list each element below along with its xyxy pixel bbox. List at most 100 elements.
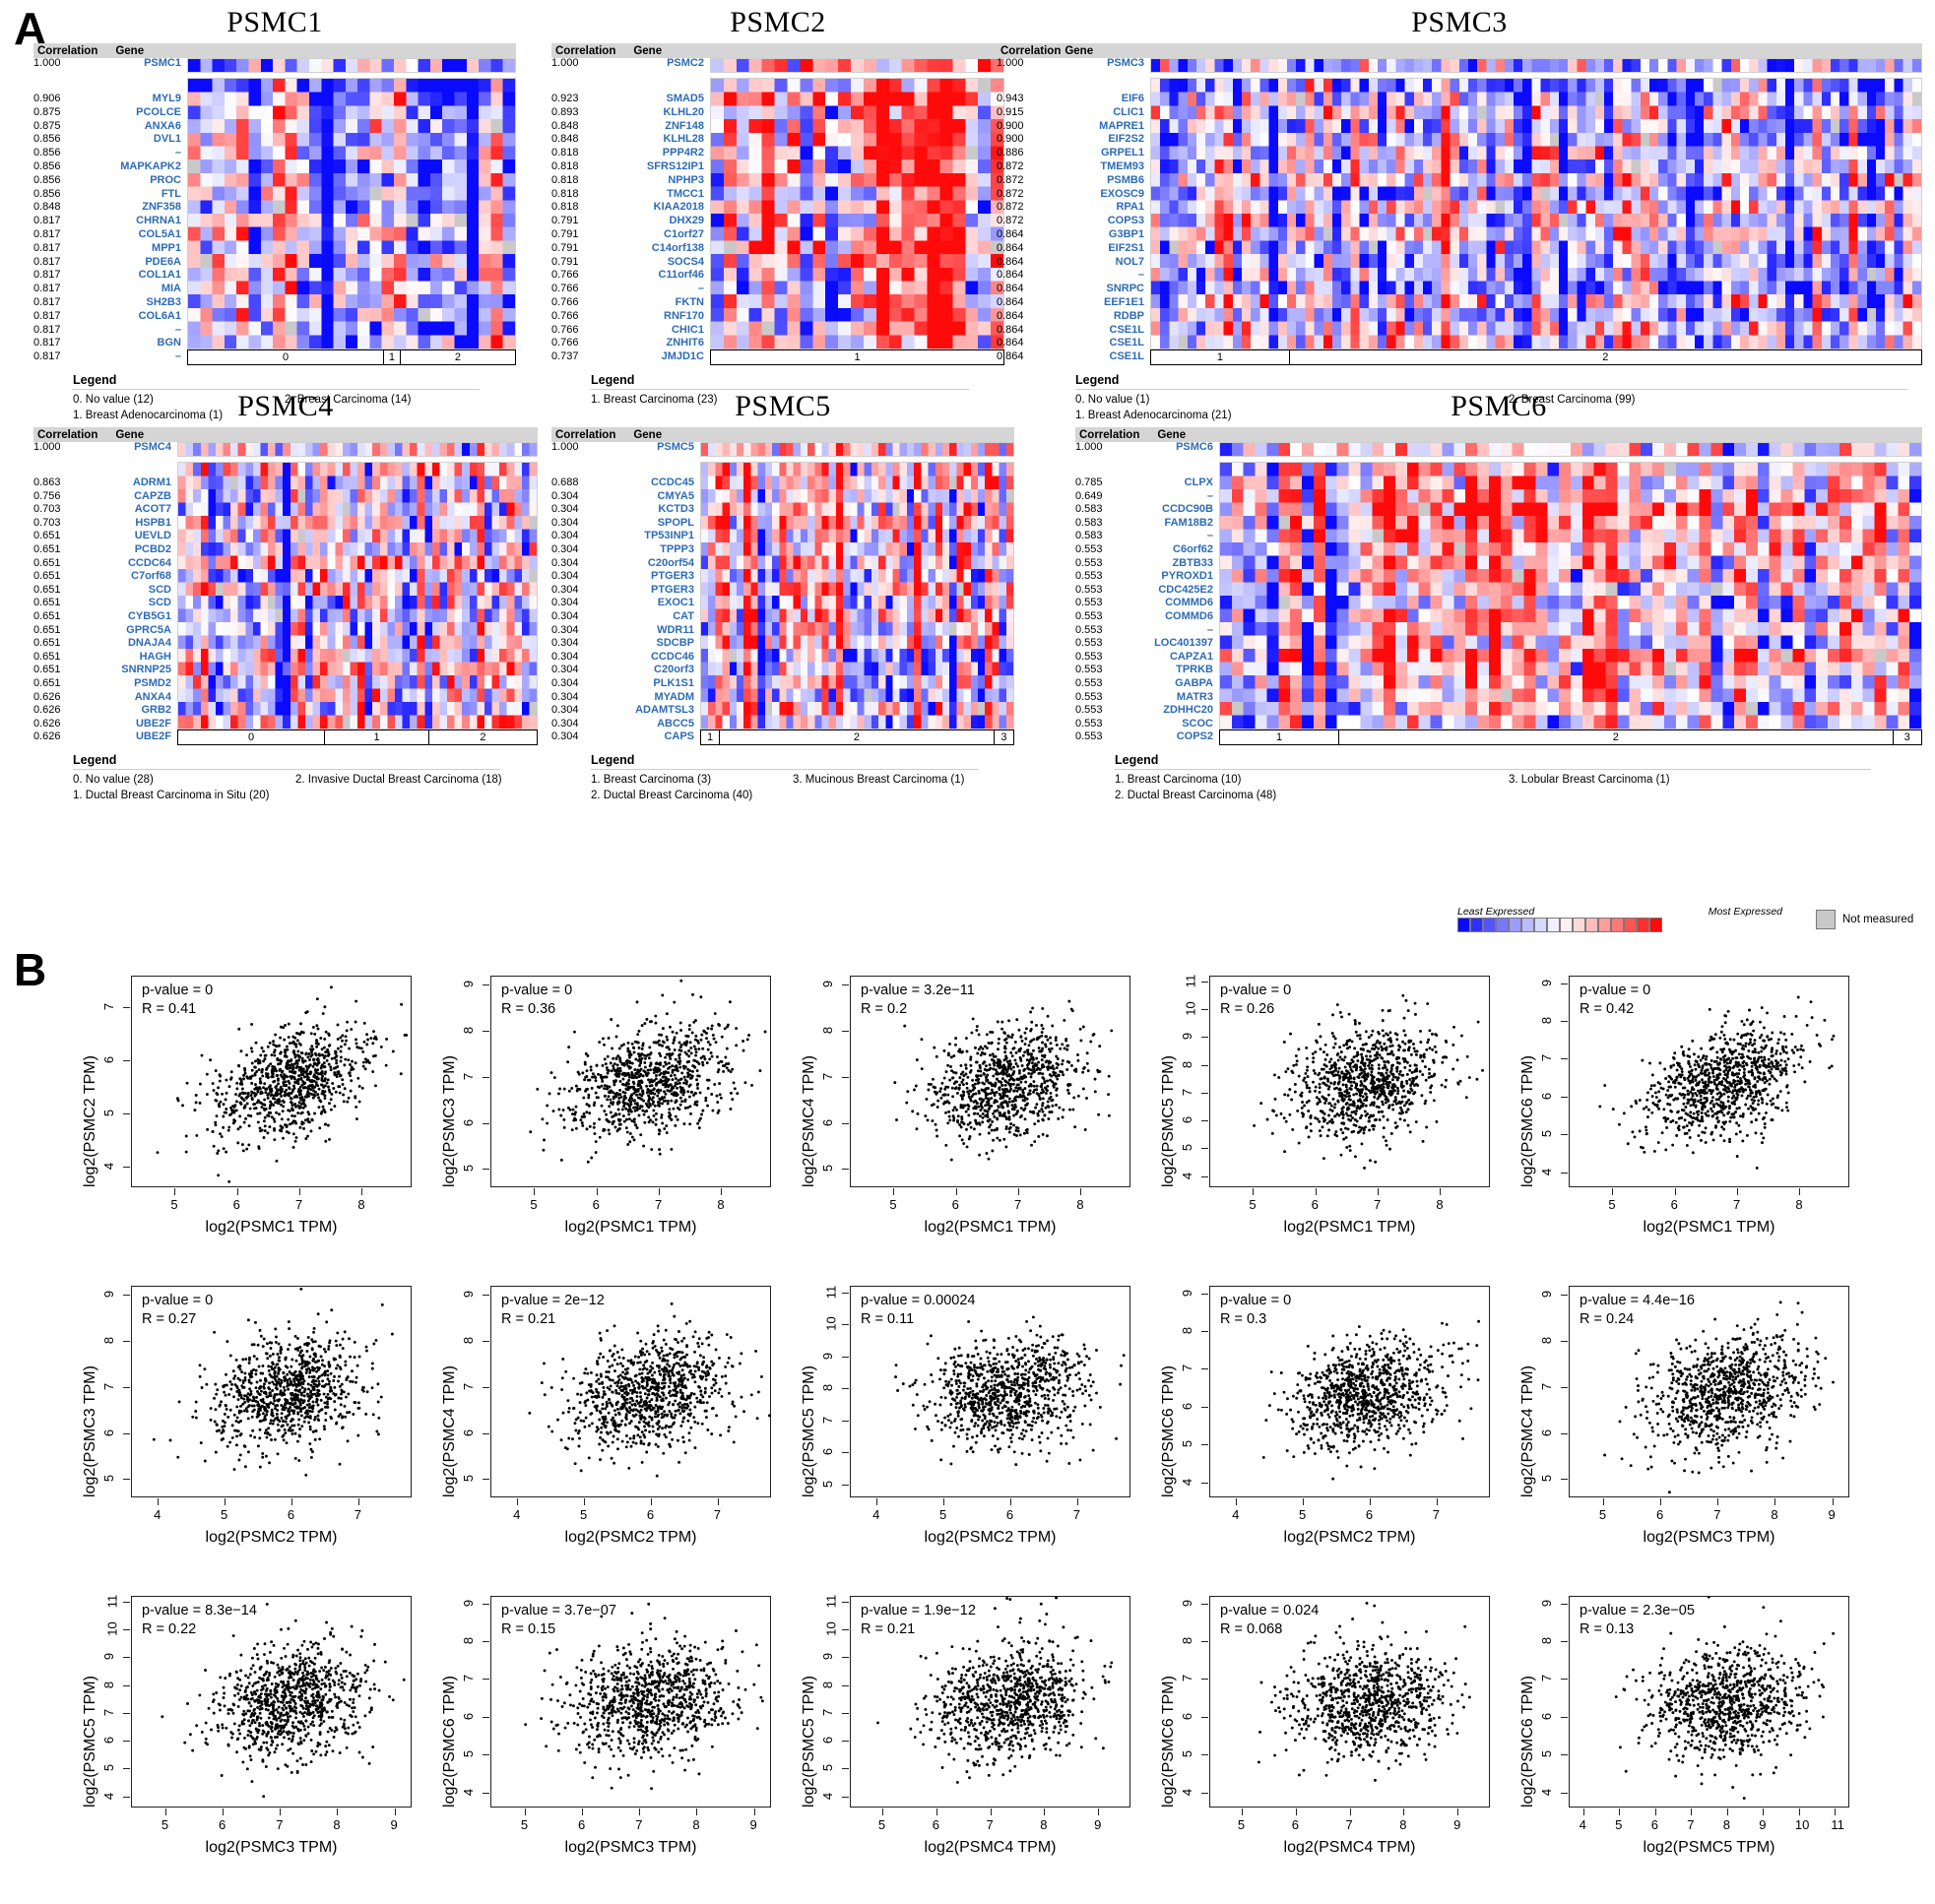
gene-name[interactable]: TPPP3 — [660, 544, 694, 558]
gene-name[interactable]: SPOPL — [658, 517, 694, 532]
gene-name[interactable]: MIA — [161, 284, 181, 297]
gene-name[interactable]: – — [175, 324, 181, 339]
gene-name[interactable]: – — [175, 148, 181, 161]
gene-name[interactable]: HSPB1 — [135, 517, 171, 532]
gene-name[interactable]: FKTN — [676, 297, 704, 311]
gene-name[interactable]: TMEM93 — [1100, 161, 1144, 175]
gene-name[interactable]: ZNF358 — [142, 202, 181, 216]
gene-name[interactable]: GABPA — [1175, 678, 1213, 692]
gene-name[interactable]: CDC425E2 — [1158, 584, 1213, 599]
gene-name[interactable]: ANXA6 — [145, 120, 181, 135]
gene-name[interactable]: PCOLCE — [136, 106, 181, 121]
gene-name[interactable]: EIF6 — [1122, 94, 1144, 107]
gene-name[interactable]: G3BP1 — [1109, 229, 1144, 243]
gene-name[interactable]: COL6A1 — [139, 310, 181, 325]
gene-name[interactable]: ADAMTSL3 — [635, 705, 694, 719]
gene-name[interactable]: SFRS12IP1 — [647, 161, 704, 175]
gene-name[interactable]: KLHL20 — [663, 106, 704, 121]
gene-name[interactable]: PYROXD1 — [1161, 571, 1213, 585]
gene-name[interactable]: MAPKAPK2 — [120, 161, 181, 175]
gene-name[interactable]: KIAA2018 — [654, 202, 704, 216]
gene-name[interactable]: MYL9 — [153, 94, 181, 107]
gene-name[interactable]: TP53INP1 — [644, 531, 694, 544]
gene-name[interactable]: – — [698, 284, 704, 297]
gene-name[interactable]: ACOT7 — [135, 504, 171, 518]
gene-name[interactable]: SOCS4 — [668, 256, 704, 271]
gene-name[interactable]: – — [1207, 490, 1213, 505]
gene-name[interactable]: RDBP — [1114, 310, 1144, 325]
gene-name[interactable]: DHX29 — [670, 216, 704, 229]
gene-name[interactable]: GRB2 — [141, 705, 171, 719]
gene-name[interactable]: CHIC1 — [672, 324, 704, 339]
gene-name[interactable]: CSE1L — [1110, 351, 1144, 365]
gene-name[interactable]: PROC — [150, 174, 181, 189]
gene-name[interactable]: MAPRE1 — [1099, 120, 1144, 135]
gene-name[interactable]: PTGER3 — [651, 571, 694, 585]
gene-name[interactable]: CSE1L — [1110, 324, 1144, 339]
gene-name[interactable]: RPA1 — [1116, 202, 1144, 216]
gene-name[interactable]: ZDHHC20 — [1163, 705, 1213, 719]
gene-name[interactable]: CLPX — [1185, 477, 1213, 491]
gene-name[interactable]: C20orf3 — [654, 665, 694, 678]
gene-name[interactable]: ABCC5 — [657, 718, 694, 732]
gene-name[interactable]: CSE1L — [1110, 338, 1144, 351]
gene-name[interactable]: PSMC2 — [667, 58, 704, 76]
gene-name[interactable]: GPRC5A — [126, 624, 171, 639]
gene-name[interactable]: SMAD5 — [666, 94, 704, 107]
gene-name[interactable]: CAT — [673, 611, 694, 625]
gene-name[interactable]: MYADM — [654, 691, 694, 706]
gene-name[interactable]: NPHP3 — [668, 174, 704, 189]
gene-name[interactable]: UBE2F — [136, 731, 171, 745]
gene-name[interactable]: SNRNP25 — [121, 665, 171, 678]
gene-name[interactable]: CLIC1 — [1113, 106, 1144, 121]
gene-name[interactable]: COL1A1 — [139, 270, 181, 284]
gene-name[interactable]: CAPS — [664, 731, 694, 745]
gene-name[interactable]: CYB5G1 — [128, 611, 171, 625]
gene-name[interactable]: UBE2F — [136, 718, 171, 732]
gene-name[interactable]: C1orf27 — [664, 229, 704, 243]
gene-name[interactable]: C7orf68 — [131, 571, 171, 585]
gene-name[interactable]: PCBD2 — [135, 544, 171, 558]
gene-name[interactable]: PSMC3 — [1107, 58, 1144, 76]
gene-name[interactable]: – — [1207, 624, 1213, 639]
gene-name[interactable]: PSMB6 — [1107, 174, 1144, 189]
gene-name[interactable]: CHRNA1 — [136, 216, 181, 229]
gene-name[interactable]: COL5A1 — [139, 229, 181, 243]
gene-name[interactable]: WDR11 — [657, 624, 694, 639]
gene-name[interactable]: CCDC64 — [128, 557, 171, 572]
gene-name[interactable]: MATR3 — [1177, 691, 1213, 706]
gene-name[interactable]: ANXA4 — [135, 691, 171, 706]
gene-name[interactable]: SNRPC — [1106, 284, 1144, 297]
gene-name[interactable]: TMCC1 — [667, 188, 704, 203]
gene-name[interactable]: TPRKB — [1176, 665, 1213, 678]
gene-name[interactable]: COMMD6 — [1165, 598, 1213, 611]
gene-name[interactable]: SCOC — [1182, 718, 1213, 732]
gene-name[interactable]: EEF1E1 — [1104, 297, 1144, 311]
gene-name[interactable]: FTL — [161, 188, 181, 203]
gene-name[interactable]: C20orf54 — [648, 557, 694, 572]
gene-name[interactable]: ADRM1 — [133, 477, 171, 491]
gene-name[interactable]: BGN — [158, 338, 181, 351]
gene-name[interactable]: PSMD2 — [134, 678, 171, 692]
gene-name[interactable]: CCDC45 — [651, 477, 694, 491]
gene-name[interactable]: CMYA5 — [658, 490, 695, 505]
gene-name[interactable]: KCTD3 — [658, 504, 694, 518]
gene-name[interactable]: DVL1 — [154, 134, 181, 148]
gene-name[interactable]: DNAJA4 — [128, 638, 171, 652]
gene-name[interactable]: FAM18B2 — [1164, 517, 1213, 532]
gene-name[interactable]: COPS2 — [1177, 731, 1213, 745]
gene-name[interactable]: KLHL28 — [663, 134, 704, 148]
gene-name[interactable]: EXOSC9 — [1100, 188, 1144, 203]
gene-name[interactable]: ZNHIT6 — [667, 338, 705, 351]
gene-name[interactable]: PSMC6 — [1176, 442, 1213, 460]
gene-name[interactable]: CCDC90B — [1162, 504, 1213, 518]
gene-name[interactable]: UEVLD — [135, 531, 171, 544]
gene-name[interactable]: – — [1138, 270, 1144, 284]
gene-name[interactable]: CCDC46 — [651, 651, 694, 666]
gene-name[interactable]: PDE6A — [145, 256, 181, 271]
gene-name[interactable]: – — [175, 351, 181, 365]
gene-name[interactable]: NOL7 — [1116, 256, 1144, 271]
gene-name[interactable]: EXOC1 — [658, 598, 694, 611]
gene-name[interactable]: COMMD6 — [1165, 611, 1213, 625]
gene-name[interactable]: PTGER3 — [651, 584, 694, 599]
